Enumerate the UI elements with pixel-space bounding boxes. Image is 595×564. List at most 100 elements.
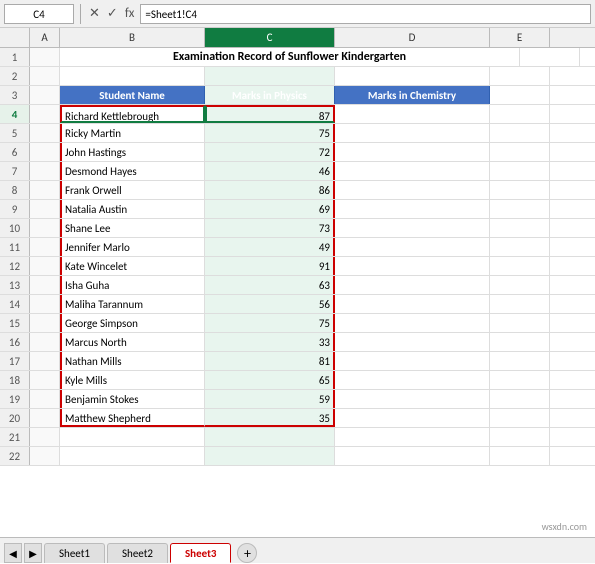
cell-a17[interactable] (30, 352, 60, 370)
confirm-icon[interactable]: ✓ (105, 6, 120, 21)
cell-d16[interactable] (335, 333, 490, 351)
cell-a2[interactable] (30, 67, 60, 85)
col-header-c[interactable]: C (205, 28, 335, 47)
formula-bar[interactable]: =Sheet1!C4 (140, 4, 591, 24)
cell-b8[interactable]: Frank Orwell (60, 181, 205, 199)
tab-sheet2[interactable]: Sheet2 (107, 543, 168, 563)
cell-a20[interactable] (30, 409, 60, 427)
cell-d2[interactable] (335, 67, 490, 85)
tab-sheet1[interactable]: Sheet1 (44, 543, 105, 563)
cancel-icon[interactable]: ✕ (87, 6, 102, 21)
cell-b3[interactable]: Student Name (60, 86, 205, 104)
cell-c17[interactable]: 81 (205, 352, 335, 370)
cell-d13[interactable] (335, 276, 490, 294)
cell-a15[interactable] (30, 314, 60, 332)
cell-b16[interactable]: Marcus North (60, 333, 205, 351)
cell-e20[interactable] (490, 409, 550, 427)
cell-b9[interactable]: Natalia Austin (60, 200, 205, 218)
cell-c19[interactable]: 59 (205, 390, 335, 408)
cell-d12[interactable] (335, 257, 490, 275)
cell-a8[interactable] (30, 181, 60, 199)
cell-b19[interactable]: Benjamin Stokes (60, 390, 205, 408)
cell-e4[interactable] (490, 105, 550, 123)
cell-a3[interactable] (30, 86, 60, 104)
cell-b17[interactable]: Nathan Mills (60, 352, 205, 370)
col-header-a[interactable]: A (30, 28, 60, 47)
cell-a18[interactable] (30, 371, 60, 389)
cell-c2[interactable] (205, 67, 335, 85)
cell-c9[interactable]: 69 (205, 200, 335, 218)
tab-sheet3[interactable]: Sheet3 (170, 543, 232, 563)
cell-d7[interactable] (335, 162, 490, 180)
cell-a12[interactable] (30, 257, 60, 275)
cell-a10[interactable] (30, 219, 60, 237)
cell-b13[interactable]: Isha Guha (60, 276, 205, 294)
name-box[interactable]: C4 (4, 4, 74, 24)
cell-d11[interactable] (335, 238, 490, 256)
cell-b2[interactable] (60, 67, 205, 85)
cell-b18[interactable]: Kyle Mills (60, 371, 205, 389)
cell-a11[interactable] (30, 238, 60, 256)
cell-d21[interactable] (335, 428, 490, 446)
cell-e8[interactable] (490, 181, 550, 199)
cell-c5[interactable]: 75 (205, 124, 335, 142)
cell-b10[interactable]: Shane Lee (60, 219, 205, 237)
cell-d3[interactable]: Marks in Chemistry (335, 86, 490, 104)
cell-d4[interactable] (335, 105, 490, 123)
cell-d6[interactable] (335, 143, 490, 161)
cell-c8[interactable]: 86 (205, 181, 335, 199)
tab-add-button[interactable]: + (237, 543, 257, 563)
cell-a19[interactable] (30, 390, 60, 408)
cell-c3[interactable]: Marks in Physics (205, 86, 335, 104)
cell-e18[interactable] (490, 371, 550, 389)
cell-b5[interactable]: Ricky Martin (60, 124, 205, 142)
cell-c13[interactable]: 63 (205, 276, 335, 294)
tab-scroll-left[interactable]: ◀ (4, 543, 22, 563)
cell-c4[interactable]: 87 (205, 105, 335, 123)
cell-c18[interactable]: 65 (205, 371, 335, 389)
cell-b11[interactable]: Jennifer Marlo (60, 238, 205, 256)
cell-c10[interactable]: 73 (205, 219, 335, 237)
cell-e9[interactable] (490, 200, 550, 218)
cell-d14[interactable] (335, 295, 490, 313)
cell-b4[interactable]: Richard Kettlebrough (60, 105, 205, 123)
col-header-e[interactable]: E (490, 28, 550, 47)
cell-a21[interactable] (30, 428, 60, 446)
cell-c14[interactable]: 56 (205, 295, 335, 313)
cell-d19[interactable] (335, 390, 490, 408)
col-header-b[interactable]: B (60, 28, 205, 47)
cell-b20[interactable]: Matthew Shepherd (60, 409, 205, 427)
cell-d15[interactable] (335, 314, 490, 332)
cell-d18[interactable] (335, 371, 490, 389)
cell-a5[interactable] (30, 124, 60, 142)
cell-e2[interactable] (490, 67, 550, 85)
col-header-d[interactable]: D (335, 28, 490, 47)
cell-e19[interactable] (490, 390, 550, 408)
cell-e5[interactable] (490, 124, 550, 142)
cell-a22[interactable] (30, 447, 60, 465)
cell-e6[interactable] (490, 143, 550, 161)
cell-b1-merged[interactable]: Examination Record of Sunflower Kinderga… (60, 48, 520, 66)
cell-e15[interactable] (490, 314, 550, 332)
tab-scroll-right[interactable]: ▶ (24, 543, 42, 563)
cell-e13[interactable] (490, 276, 550, 294)
cell-e3[interactable] (490, 86, 550, 104)
cell-e7[interactable] (490, 162, 550, 180)
cell-b7[interactable]: Desmond Hayes (60, 162, 205, 180)
cell-b15[interactable]: George Simpson (60, 314, 205, 332)
cell-e11[interactable] (490, 238, 550, 256)
cell-d17[interactable] (335, 352, 490, 370)
cell-d9[interactable] (335, 200, 490, 218)
cell-e22[interactable] (490, 447, 550, 465)
cell-d8[interactable] (335, 181, 490, 199)
cell-d10[interactable] (335, 219, 490, 237)
cell-c15[interactable]: 75 (205, 314, 335, 332)
cell-e12[interactable] (490, 257, 550, 275)
cell-a4[interactable] (30, 105, 60, 123)
cell-b21[interactable] (60, 428, 205, 446)
cell-c12[interactable]: 91 (205, 257, 335, 275)
cell-e1[interactable] (520, 48, 580, 66)
cell-c6[interactable]: 72 (205, 143, 335, 161)
cell-a9[interactable] (30, 200, 60, 218)
cell-c7[interactable]: 46 (205, 162, 335, 180)
